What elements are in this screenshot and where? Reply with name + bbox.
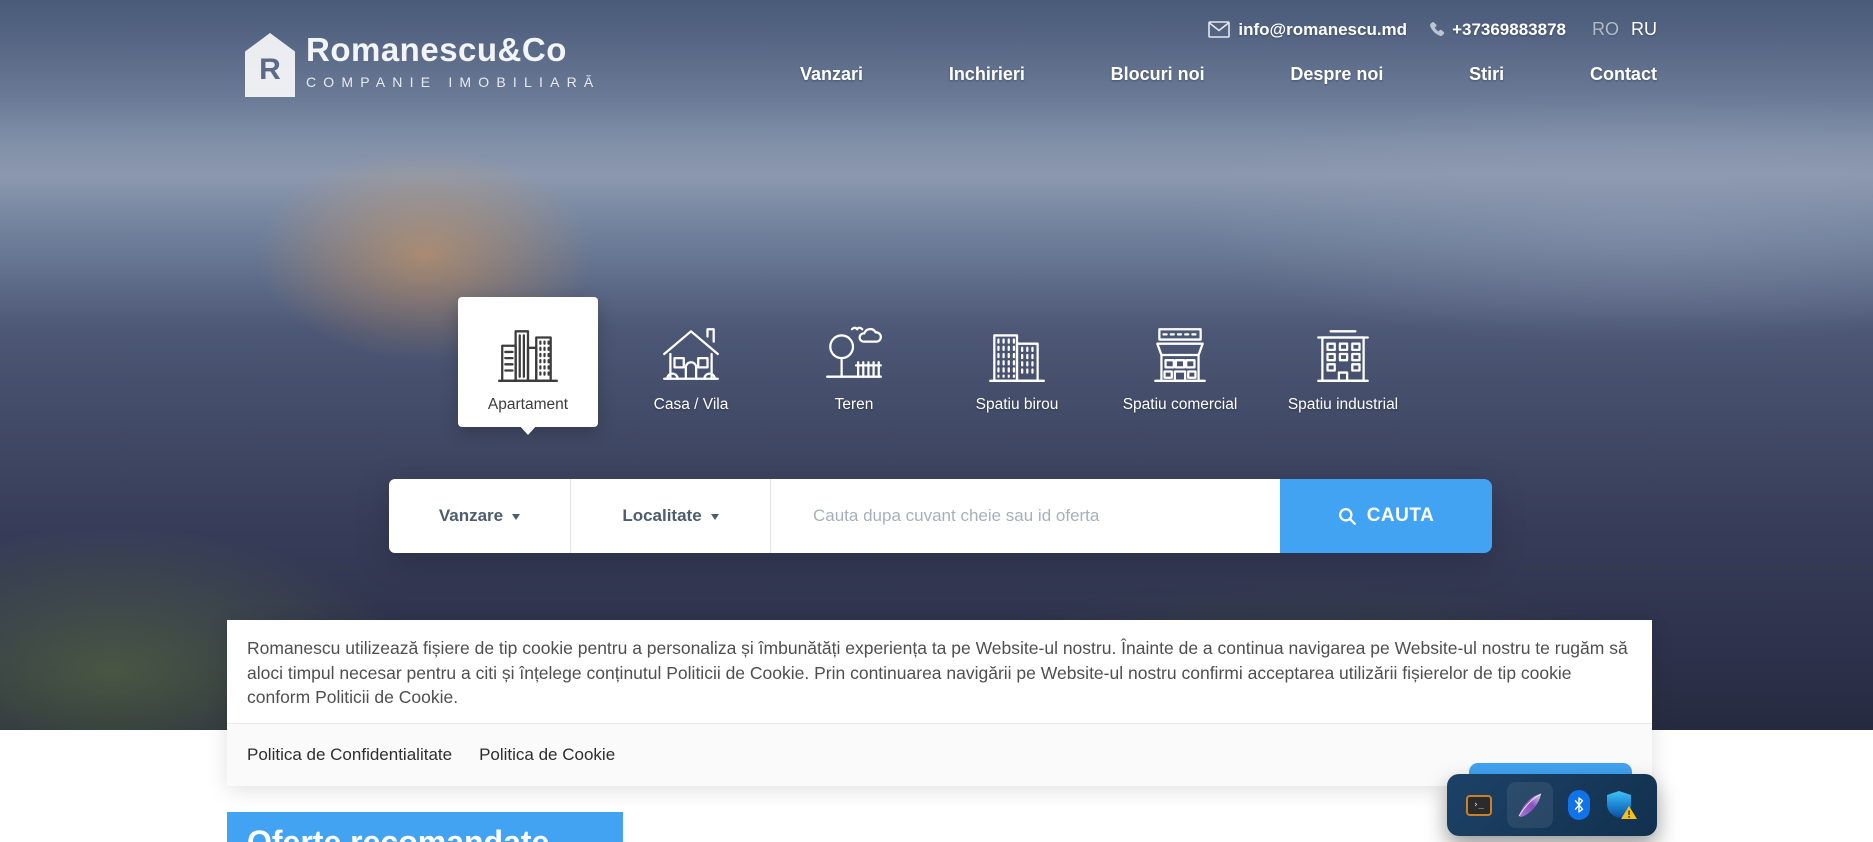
locality-dropdown[interactable]: Localitate <box>571 479 770 553</box>
logo-tagline: COMPANIE IMOBILIARĂ <box>306 74 600 90</box>
feather-app-tile[interactable] <box>1507 782 1553 828</box>
chevron-down-icon <box>711 514 719 524</box>
terminal-icon[interactable]: ›_ <box>1466 795 1492 816</box>
privacy-policy-link[interactable]: Politica de Confidentialitate <box>247 745 452 765</box>
land-icon <box>821 305 887 387</box>
property-type-tabs: Apartament Casa / Vila <box>458 297 1436 427</box>
envelope-icon <box>1208 21 1230 38</box>
header-contact-row: info@romanescu.md +37369883878 RO RU <box>1208 19 1657 40</box>
phone-icon <box>1427 21 1444 38</box>
property-search-bar: Vanzare Localitate CAUTA <box>389 479 1492 553</box>
logo-name: Romanescu&Co <box>306 33 600 68</box>
logo-house-icon: R <box>245 33 295 97</box>
chevron-down-icon <box>512 514 520 524</box>
commercial-icon <box>1147 305 1213 387</box>
apartment-icon <box>494 305 562 387</box>
os-dock: ›_ <box>1447 774 1657 836</box>
nav-item-despre-noi[interactable]: Despre noi <box>1290 64 1383 85</box>
search-icon <box>1338 507 1357 526</box>
lang-ro[interactable]: RO <box>1592 19 1619 40</box>
nav-item-inchirieri[interactable]: Inchirieri <box>949 64 1025 85</box>
tab-label: Teren <box>835 396 874 414</box>
feather-icon <box>1515 790 1545 820</box>
nav-item-vanzari[interactable]: Vanzari <box>800 64 863 85</box>
industrial-icon <box>1310 305 1376 387</box>
shield-warning-icon[interactable] <box>1605 789 1639 821</box>
tab-label: Spatiu industrial <box>1288 396 1398 414</box>
tab-label: Spatiu birou <box>976 396 1059 414</box>
tab-spatiu-industrial[interactable]: Spatiu industrial <box>1273 297 1413 427</box>
tab-label: Casa / Vila <box>654 396 729 414</box>
search-button[interactable]: CAUTA <box>1280 479 1492 553</box>
cookie-banner: Romanescu utilizează fișiere de tip cook… <box>227 620 1652 786</box>
logo-initial: R <box>259 55 281 85</box>
nav-item-contact[interactable]: Contact <box>1590 64 1657 85</box>
page: R Romanescu&Co COMPANIE IMOBILIARĂ info@… <box>0 0 1873 842</box>
house-icon <box>658 305 724 387</box>
tab-apartament[interactable]: Apartament <box>458 297 598 427</box>
locality-value: Localitate <box>622 506 701 526</box>
section-title: Oferte recomandate <box>247 824 549 842</box>
logo[interactable]: R Romanescu&Co COMPANIE IMOBILIARĂ <box>245 33 600 97</box>
deal-type-dropdown[interactable]: Vanzare <box>389 479 570 553</box>
search-bar-body: Vanzare Localitate <box>389 479 1280 553</box>
keyword-search-input[interactable] <box>771 506 1280 526</box>
main-nav: Vanzari Inchirieri Blocuri noi Despre no… <box>800 64 1657 85</box>
tab-spatiu-birou[interactable]: Spatiu birou <box>947 297 1087 427</box>
cookie-message: Romanescu utilizează fișiere de tip cook… <box>227 620 1652 723</box>
tab-casa-vila[interactable]: Casa / Vila <box>621 297 761 427</box>
office-icon <box>984 305 1050 387</box>
cookie-policy-link[interactable]: Politica de Cookie <box>479 745 615 765</box>
tab-label: Apartament <box>488 396 568 414</box>
tab-spatiu-comercial[interactable]: Spatiu comercial <box>1110 297 1250 427</box>
phone-text: +37369883878 <box>1452 20 1566 40</box>
cookie-footer: Politica de Confidentialitate Politica d… <box>227 723 1652 786</box>
tab-teren[interactable]: Teren <box>784 297 924 427</box>
phone-link[interactable]: +37369883878 <box>1427 20 1566 40</box>
tab-label: Spatiu comercial <box>1123 396 1238 414</box>
language-switcher: RO RU <box>1592 19 1657 40</box>
nav-item-blocuri-noi[interactable]: Blocuri noi <box>1111 64 1205 85</box>
email-link[interactable]: info@romanescu.md <box>1208 20 1407 40</box>
bluetooth-icon[interactable] <box>1568 790 1590 820</box>
nav-item-stiri[interactable]: Stiri <box>1469 64 1504 85</box>
section-title-banner: Oferte recomandate <box>227 812 623 842</box>
email-text: info@romanescu.md <box>1238 20 1407 40</box>
deal-type-value: Vanzare <box>439 506 503 526</box>
lang-ru[interactable]: RU <box>1631 19 1657 40</box>
search-button-label: CAUTA <box>1367 505 1435 527</box>
